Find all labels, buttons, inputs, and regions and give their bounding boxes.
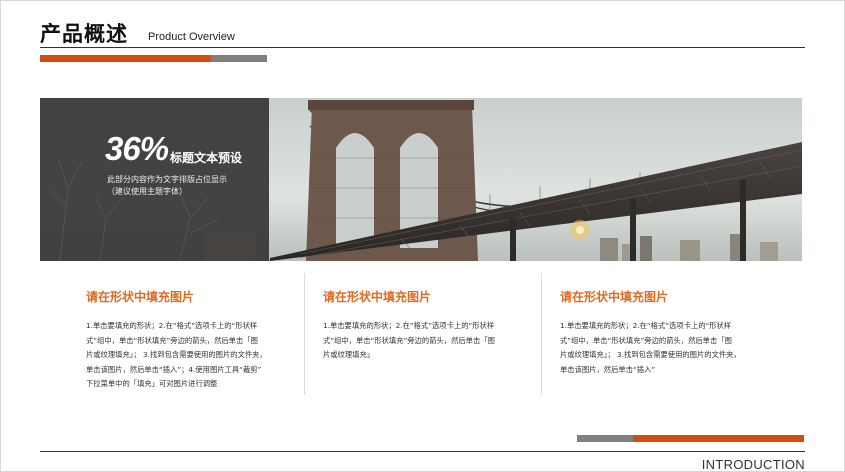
stat-percentage: 36% [105, 130, 169, 167]
page-subtitle: Product Overview [148, 31, 235, 43]
hero-description-line: 此部分内容作为文字排版占位显示 [107, 175, 227, 184]
column-title: 请在形状中填充图片 [323, 290, 432, 304]
column-text: 1.单击要填充的形状；2.在“格式”选项卡上的“形状样 式”组中，单击“形状填充… [86, 319, 281, 392]
column-text-line: 单击该图片，然后单击“插入” [560, 364, 656, 374]
hero-heading: 标题文本预设 [170, 151, 243, 165]
column-text-line: 单击该图片，然后单击“插入”；4.使用图片工具“裁剪” [86, 364, 262, 374]
column-title: 请在形状中填充图片 [560, 290, 669, 304]
hero-description: 此部分内容作为文字排版占位显示 （建议使用主题字体） [107, 174, 267, 198]
column-text-line: 下拉菜单中的「填充」可对图片进行调整 [86, 379, 218, 388]
page-title: 产品概述 [40, 22, 128, 46]
column-text-line: 片或纹理填充」 [323, 350, 375, 359]
header-rule [40, 47, 805, 48]
column-text: 1.单击要填充的形状；2.在“格式”选项卡上的“形状样 式”组中，单击“形状填充… [323, 319, 518, 363]
accent-bar-gray [211, 55, 267, 62]
column-text-line: 片或纹理填充」； 3.找到包含需要使用的图片的文件夹， [86, 350, 267, 359]
column-text-line: 式”组中，单击“形状填充”旁边的箭头，然后单击「图 [86, 335, 258, 345]
content-column-1: 请在形状中填充图片 1.单击要填充的形状；2.在“格式”选项卡上的“形状样 式”… [86, 288, 281, 392]
accent-bar-orange [40, 55, 211, 62]
hero-description-line: （建议使用主题字体） [107, 187, 187, 196]
column-divider [304, 273, 305, 395]
column-text-line: 式”组中，单击“形状填充”旁边的箭头，然后单击「图 [560, 335, 732, 345]
column-text-line: 片或纹理填充」； 3.找到包含需要使用的图片的文件夹， [560, 350, 741, 359]
column-text-line: 1.单击要填充的形状；2.在“格式”选项卡上的“形状样 [86, 321, 258, 330]
footer-label: INTRODUCTION [701, 457, 805, 472]
column-title: 请在形状中填充图片 [86, 290, 195, 304]
content-column-2: 请在形状中填充图片 1.单击要填充的形状；2.在“格式”选项卡上的“形状样 式”… [323, 288, 518, 363]
content-column-3: 请在形状中填充图片 1.单击要填充的形状；2.在“格式”选项卡上的“形状样 式”… [560, 288, 755, 377]
footer-accent-bar-orange [633, 435, 804, 442]
footer-accent-bar-gray [577, 435, 633, 442]
footer-rule [40, 451, 805, 452]
column-text-line: 1.单击要填充的形状；2.在“格式”选项卡上的“形状样 [323, 321, 495, 330]
column-text-line: 1.单击要填充的形状；2.在“格式”选项卡上的“形状样 [560, 321, 732, 330]
column-text-line: 式”组中，单击“形状填充”旁边的箭头，然后单击「图 [323, 335, 495, 345]
column-divider [541, 273, 542, 395]
column-text: 1.单击要填充的形状；2.在“格式”选项卡上的“形状样 式”组中，单击“形状填充… [560, 319, 755, 377]
